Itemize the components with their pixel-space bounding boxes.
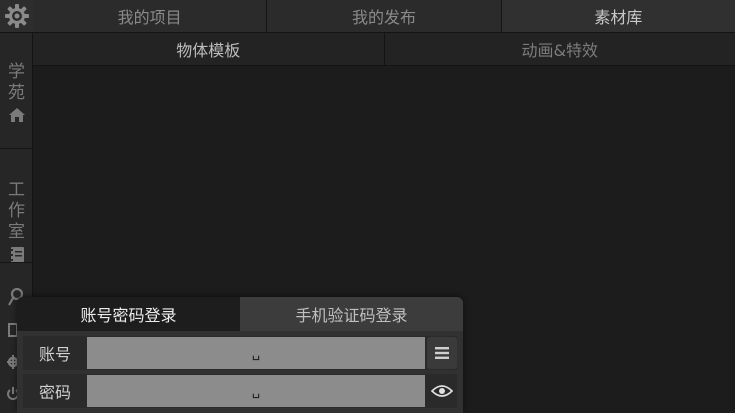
account-label: 账号 <box>38 345 71 364</box>
rail-item-studio[interactable]: 工 作 室 <box>0 180 33 263</box>
menu-icon <box>435 347 449 359</box>
top-tab-bar: 我的项目 我的发布 素材库 <box>33 0 735 33</box>
tab-my-publishes[interactable]: 我的发布 <box>267 0 502 32</box>
tab-phone-code-login[interactable]: 手机验证码登录 <box>240 297 463 331</box>
toggle-password-visibility-button[interactable] <box>427 375 457 407</box>
tab-object-templates[interactable]: 物体模板 <box>33 33 385 65</box>
academy-char-1: 学 <box>8 62 25 82</box>
account-input[interactable] <box>87 337 425 369</box>
tab-animation-effects[interactable]: 动画&特效 <box>385 33 735 65</box>
notebook-icon <box>9 247 24 263</box>
sub-tab-bar: 物体模板 动画&特效 <box>33 33 735 66</box>
tab-my-projects[interactable]: 我的项目 <box>33 0 268 32</box>
password-label: 密码 <box>38 383 71 402</box>
rail-divider <box>0 262 33 263</box>
password-input[interactable] <box>87 375 425 407</box>
studio-char-2: 作 <box>8 201 25 221</box>
login-tab-bar: 账号密码登录 手机验证码登录 <box>17 297 463 331</box>
tab-asset-library[interactable]: 素材库 <box>501 0 735 32</box>
rail-item-academy[interactable]: 学 苑 <box>0 62 33 122</box>
eye-icon <box>431 385 453 397</box>
tab-account-password-login[interactable]: 账号密码登录 <box>17 297 240 331</box>
academy-char-2: 苑 <box>8 83 25 103</box>
rail-divider <box>0 148 33 149</box>
home-icon <box>8 108 25 122</box>
login-panel: 账号密码登录 手机验证码登录 账号 密码 <box>17 297 463 413</box>
gear-button[interactable] <box>0 0 33 33</box>
studio-char-3: 室 <box>8 222 25 242</box>
account-menu-button[interactable] <box>427 337 457 369</box>
studio-char-1: 工 <box>8 180 25 200</box>
account-row: 账号 <box>23 336 457 370</box>
gear-icon <box>4 4 29 28</box>
password-row: 密码 <box>23 374 457 408</box>
